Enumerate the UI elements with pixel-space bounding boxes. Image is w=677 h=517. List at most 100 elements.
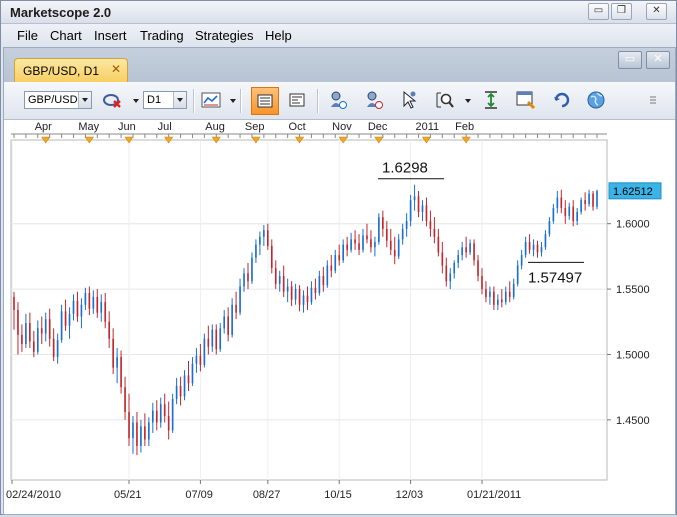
- candle-body: [266, 230, 269, 246]
- candle-body: [421, 205, 424, 212]
- candle: [171, 393, 174, 433]
- menu-strategies[interactable]: Strategies: [195, 28, 254, 43]
- candle-body: [397, 239, 400, 257]
- candle-body: [148, 422, 150, 440]
- candle-body: [437, 236, 440, 253]
- candle-body: [382, 217, 384, 229]
- refresh-icon[interactable]: [550, 88, 574, 112]
- zoom-icon[interactable]: [433, 88, 457, 112]
- doc-restore-button[interactable]: ▭: [618, 51, 642, 69]
- candle-body: [520, 255, 523, 266]
- candle: [596, 189, 598, 210]
- toolbar-separator: [193, 89, 195, 113]
- candle-body: [370, 239, 372, 248]
- candle-body: [322, 276, 325, 286]
- chevron-down-icon[interactable]: [230, 99, 236, 103]
- candle-body: [25, 323, 27, 344]
- candle-body: [338, 255, 341, 261]
- buy-order-icon[interactable]: [326, 88, 350, 112]
- candle-body: [270, 245, 273, 269]
- doc-close-button[interactable]: ✕: [646, 51, 670, 69]
- candle-body: [417, 196, 420, 212]
- candle-body: [84, 293, 87, 305]
- minimize-button[interactable]: ▭: [588, 3, 609, 20]
- candle-body: [290, 286, 293, 300]
- fit-chart-icon[interactable]: [479, 88, 503, 112]
- date-label: 05/21: [114, 489, 142, 501]
- close-button[interactable]: ✕: [646, 3, 667, 20]
- candle-body: [393, 249, 396, 257]
- candle-body: [508, 291, 511, 297]
- restore-button[interactable]: ❐: [611, 3, 632, 20]
- candle-body: [17, 310, 19, 335]
- globe-icon[interactable]: [584, 88, 608, 112]
- candle-body: [294, 289, 297, 300]
- cursor-icon[interactable]: [397, 88, 421, 112]
- candle-body: [187, 375, 190, 384]
- chevron-down-icon[interactable]: [173, 92, 186, 108]
- candle-body: [183, 375, 186, 397]
- template-icon[interactable]: [514, 88, 538, 112]
- menu-chart[interactable]: Chart: [50, 28, 82, 43]
- candle-body: [274, 268, 277, 284]
- candle-body: [219, 328, 222, 350]
- candle-body: [433, 228, 436, 237]
- remove-indicator-icon[interactable]: [100, 88, 124, 112]
- candle-body: [401, 228, 404, 240]
- high-annotation: 1.6298: [382, 160, 428, 177]
- toolbar-overflow-icon[interactable]: [647, 88, 659, 112]
- toolbar-separator: [317, 89, 319, 113]
- menu-trading[interactable]: Trading: [140, 28, 184, 43]
- candle-body: [409, 200, 412, 222]
- candle-body: [385, 228, 388, 241]
- month-label: Feb: [455, 121, 474, 133]
- candle-body: [44, 319, 47, 334]
- data-window-icon[interactable]: [251, 87, 279, 115]
- candle-body: [100, 302, 103, 313]
- tab-close-icon[interactable]: ✕: [111, 62, 121, 76]
- chevron-down-icon[interactable]: [133, 99, 139, 103]
- candle-body: [116, 357, 118, 368]
- menu-bar: File Chart Insert Trading Strategies Hel…: [1, 24, 676, 46]
- candle-body: [552, 208, 555, 222]
- candle-body: [425, 205, 428, 222]
- menu-file[interactable]: File: [17, 28, 38, 43]
- candle-body: [497, 299, 499, 305]
- chart-type-icon[interactable]: [199, 88, 223, 112]
- price-chart[interactable]: Apr May Jun Jul Aug Sep Oct Nov Dec 2011 Feb 02/24…: [4, 120, 675, 514]
- month-label: Jun: [118, 121, 136, 133]
- candle-body: [104, 302, 107, 322]
- properties-icon[interactable]: [285, 88, 309, 112]
- candle-body: [132, 422, 134, 439]
- candle-body: [151, 410, 154, 423]
- menu-help[interactable]: Help: [265, 28, 292, 43]
- timeframe-select[interactable]: D1: [143, 91, 187, 109]
- sell-order-icon[interactable]: [362, 88, 386, 112]
- price-tick-label: 1.5000: [616, 349, 650, 361]
- candle-body: [358, 243, 360, 250]
- candle-body: [362, 235, 364, 250]
- tab-gbpusd-d1[interactable]: GBP/USD, D1 ✕: [14, 58, 128, 82]
- month-label: Sep: [245, 121, 265, 133]
- candle-body: [282, 276, 285, 292]
- chevron-down-icon[interactable]: [465, 99, 471, 103]
- candle-body: [167, 415, 170, 431]
- candle-body: [516, 265, 519, 284]
- candle-body: [199, 355, 202, 365]
- candle-body: [278, 276, 281, 284]
- candle-body: [314, 287, 317, 293]
- chevron-down-icon[interactable]: [78, 92, 91, 108]
- chart-toolbar: GBP/USD D1: [4, 82, 675, 120]
- instrument-select[interactable]: GBP/USD: [24, 91, 92, 109]
- candle-body: [326, 265, 329, 286]
- candle-body: [318, 276, 321, 293]
- candle-body: [259, 236, 261, 245]
- candle-body: [144, 426, 146, 440]
- candle-body: [588, 193, 590, 205]
- candle-body: [504, 291, 507, 303]
- menu-insert[interactable]: Insert: [94, 28, 127, 43]
- candle-body: [33, 341, 35, 352]
- candle-body: [88, 293, 91, 309]
- candle-body: [596, 190, 598, 207]
- chart-area[interactable]: Apr May Jun Jul Aug Sep Oct Nov Dec 2011 Feb 02/24…: [4, 120, 675, 514]
